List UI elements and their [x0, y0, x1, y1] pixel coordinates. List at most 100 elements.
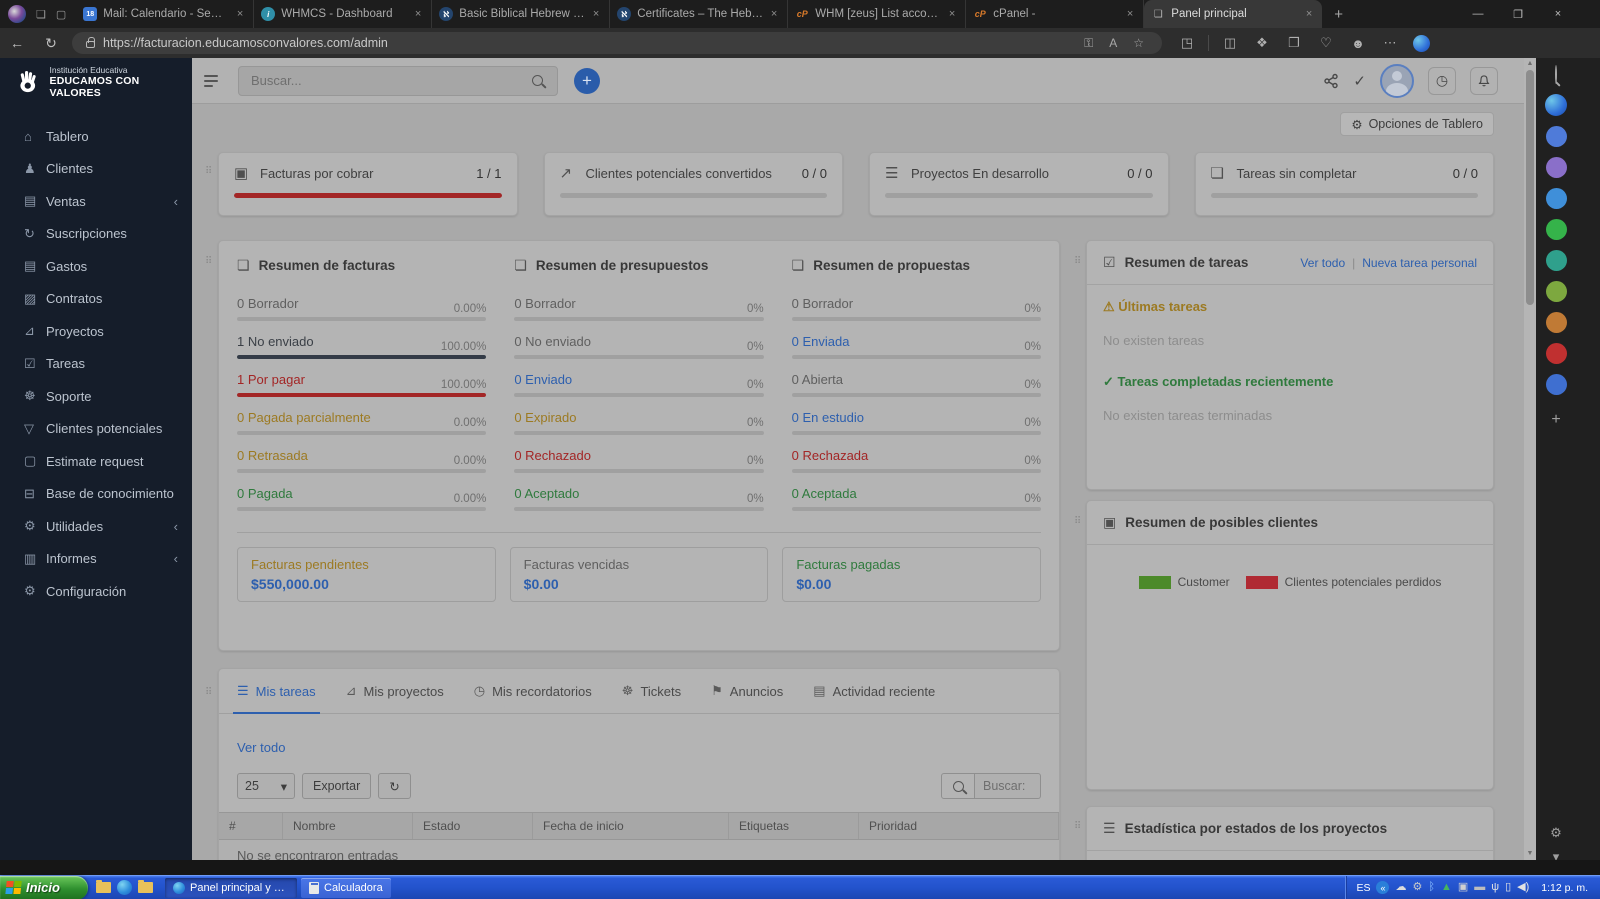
sidebar-item[interactable]: Utilidades ‹: [0, 510, 192, 543]
browser-profile-avatar[interactable]: [8, 5, 26, 23]
settings-tray-icon[interactable]: ⚙: [1412, 882, 1422, 893]
table-column-header[interactable]: Nombre: [283, 813, 413, 839]
sidebar-item[interactable]: Gastos: [0, 250, 192, 283]
minimize-button[interactable]: —: [1458, 0, 1498, 28]
sidebar-item[interactable]: Clientes: [0, 153, 192, 186]
scroll-up-icon[interactable]: ▲: [1524, 58, 1536, 70]
summary-row[interactable]: 0 Borrador 0%: [791, 296, 1041, 321]
tab-close-icon[interactable]: ×: [1124, 8, 1136, 20]
dashboard-tab[interactable]: Mis recordatorios: [474, 669, 592, 714]
summary-row[interactable]: 0 Rechazado 0%: [514, 448, 764, 473]
rail-app-icon[interactable]: [1545, 188, 1567, 209]
summary-row[interactable]: 0 Expirado 0%: [514, 410, 764, 435]
reload-table-button[interactable]: ↻: [378, 773, 411, 799]
browser-tab[interactable]: cPanel - ×: [966, 0, 1145, 28]
sidebar-item[interactable]: Base de conocimiento: [0, 478, 192, 511]
drag-handle[interactable]: ⠿: [205, 687, 217, 698]
browser-tab[interactable]: WHMCS - Dashboard ×: [254, 0, 433, 28]
shopping-icon[interactable]: ♡: [1311, 35, 1341, 51]
clock-time[interactable]: 1:12 p. m.: [1535, 882, 1594, 894]
extensions-icon[interactable]: ◳: [1172, 35, 1202, 51]
rail-settings-icon[interactable]: [1550, 825, 1562, 841]
url-text[interactable]: https://facturacion.educamosconvalores.c…: [103, 36, 1076, 50]
sidebar-item[interactable]: Soporte: [0, 380, 192, 413]
sidebar-item[interactable]: Clientes potenciales: [0, 413, 192, 446]
drag-handle[interactable]: ⠿: [205, 256, 217, 267]
dashboard-tab[interactable]: Anuncios: [711, 669, 783, 714]
sidebar-item[interactable]: Ventas ‹: [0, 185, 192, 218]
tray-expand-icon[interactable]: «: [1376, 881, 1390, 894]
rail-app-icon[interactable]: [1545, 157, 1567, 178]
summary-row[interactable]: 0 Aceptado 0%: [514, 486, 764, 511]
summary-row[interactable]: 0 Enviado 0%: [514, 372, 764, 397]
summary-row[interactable]: 0 Enviada 0%: [791, 334, 1041, 359]
tab-close-icon[interactable]: ×: [768, 8, 780, 20]
tab-close-icon[interactable]: ×: [590, 8, 602, 20]
total-box[interactable]: Facturas pagadas $0.00: [782, 547, 1041, 602]
page-scrollbar[interactable]: ▲ ▼: [1524, 58, 1536, 860]
browser-profile-icon[interactable]: ☻: [1343, 36, 1373, 51]
tab-close-icon[interactable]: ×: [412, 8, 424, 20]
summary-row[interactable]: 0 Borrador 0%: [514, 296, 764, 321]
drag-handle[interactable]: ⠿: [205, 166, 217, 177]
copy-tab-icon[interactable]: ❐: [1279, 35, 1309, 51]
collections-icon[interactable]: ❖: [1247, 35, 1277, 51]
table-search-icon[interactable]: [941, 773, 975, 799]
tasks-view-all-link[interactable]: Ver todo: [1300, 256, 1345, 270]
scroll-down-icon[interactable]: ▼: [1524, 848, 1536, 860]
onedrive-tray-icon[interactable]: ☁: [1395, 882, 1406, 893]
copilot-icon[interactable]: [1413, 34, 1430, 52]
dashboard-tab[interactable]: Mis proyectos: [346, 669, 444, 714]
table-column-header[interactable]: Prioridad: [859, 813, 1059, 839]
export-button[interactable]: Exportar: [302, 773, 372, 799]
close-button[interactable]: ×: [1538, 0, 1578, 28]
display-tray-icon[interactable]: ▣: [1458, 882, 1468, 893]
graphics-tray-icon[interactable]: ▲: [1441, 882, 1452, 893]
page-size-select[interactable]: 25 ▾: [237, 773, 295, 799]
dashboard-options-button[interactable]: Opciones de Tablero: [1340, 112, 1494, 136]
summary-row[interactable]: 0 Retrasada 0.00%: [237, 448, 487, 473]
table-column-header[interactable]: Fecha de inicio: [533, 813, 729, 839]
dashboard-tab[interactable]: Actividad reciente: [813, 669, 936, 714]
tab-close-icon[interactable]: ×: [946, 8, 958, 20]
new-tab-button[interactable]: +: [1322, 6, 1355, 23]
sidebar-item[interactable]: Proyectos: [0, 315, 192, 348]
rail-add-icon[interactable]: +: [1551, 411, 1560, 429]
summary-row[interactable]: 0 No enviado 0%: [514, 334, 764, 359]
dashboard-tab[interactable]: Mis tareas: [233, 669, 320, 714]
drag-handle[interactable]: ⠿: [1074, 516, 1086, 527]
view-all-link[interactable]: Ver todo: [237, 740, 285, 755]
stat-card[interactable]: Clientes potenciales convertidos 0 / 0: [543, 152, 843, 216]
summary-row[interactable]: 1 Por pagar 100.00%: [237, 372, 487, 397]
edge-icon[interactable]: [117, 880, 132, 895]
back-icon[interactable]: ←: [0, 35, 34, 51]
scrollbar-thumb[interactable]: [1526, 70, 1534, 305]
summary-row[interactable]: 0 En estudio 0%: [791, 410, 1041, 435]
drag-handle[interactable]: ⠿: [1074, 256, 1086, 267]
quick-create-button[interactable]: +: [574, 67, 600, 94]
summary-row[interactable]: 0 Pagada 0.00%: [237, 486, 487, 511]
search-icon[interactable]: [532, 75, 543, 86]
summary-row[interactable]: 0 Pagada parcialmente 0.00%: [237, 410, 487, 435]
approvals-check-icon[interactable]: ✓: [1353, 72, 1366, 90]
legend-item[interactable]: Clientes potenciales perdidos: [1245, 575, 1441, 589]
rail-app-icon[interactable]: [1545, 343, 1567, 364]
bluetooth-tray-icon[interactable]: ᛒ: [1428, 882, 1435, 893]
usb-tray-icon[interactable]: ψ: [1491, 882, 1499, 893]
stat-card[interactable]: Proyectos En desarrollo 0 / 0: [869, 152, 1169, 216]
browser-tab[interactable]: Certificates – The Hebrew Lan ×: [610, 0, 789, 28]
sidebar-item[interactable]: Tablero: [0, 120, 192, 153]
read-aloud-icon[interactable]: A: [1101, 36, 1125, 50]
summary-row[interactable]: 0 Borrador 0.00%: [237, 296, 487, 321]
table-column-header[interactable]: Etiquetas: [729, 813, 859, 839]
browser-tab[interactable]: WHM [zeus] List accounts whe ×: [788, 0, 967, 28]
user-avatar[interactable]: [1380, 63, 1414, 98]
stat-card[interactable]: Facturas por cobrar 1 / 1: [218, 152, 518, 216]
rail-copilot-icon[interactable]: [1545, 94, 1567, 116]
timers-clock-icon[interactable]: ◷: [1428, 66, 1456, 95]
sidebar-item[interactable]: Tareas: [0, 348, 192, 381]
split-screen-icon[interactable]: ◫: [1215, 35, 1245, 51]
rail-search-icon[interactable]: [1555, 65, 1557, 84]
summary-row[interactable]: 1 No enviado 100.00%: [237, 334, 487, 359]
table-search-input[interactable]: [975, 773, 1041, 799]
